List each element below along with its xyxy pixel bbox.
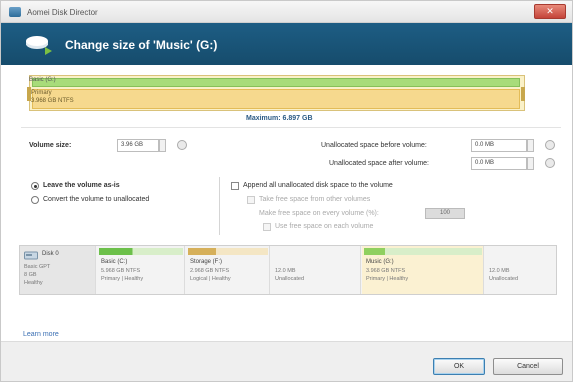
unallocated-1-label: Unallocated bbox=[275, 276, 305, 282]
resize-dialog: Aomei Disk Director ✕ Change size of 'Mu… bbox=[0, 0, 573, 382]
segment-unallocated-2[interactable]: 12.0 MB Unallocated bbox=[485, 246, 556, 294]
partition-bar[interactable] bbox=[29, 75, 525, 111]
unalloc-before-unit-button[interactable] bbox=[545, 140, 555, 150]
unalloc-after-label: Unallocated space after volume: bbox=[329, 160, 429, 167]
segment-g-status: Primary | Healthy bbox=[366, 276, 409, 282]
disk-size: 8 GB bbox=[24, 272, 37, 278]
resize-handle-left[interactable] bbox=[27, 87, 31, 101]
resize-handle-right[interactable] bbox=[521, 87, 525, 101]
dialog-content: Basic (G:) Primary 3.968 GB NTFS Maximum… bbox=[1, 65, 572, 341]
segment-g-bar bbox=[364, 248, 482, 255]
unalloc-before-label: Unallocated space before volume: bbox=[321, 142, 427, 149]
segment-f-status: Logical | Healthy bbox=[190, 276, 231, 282]
append-space-checkbox[interactable] bbox=[231, 182, 239, 190]
segment-c-size: 5.968 GB NTFS bbox=[101, 268, 141, 274]
segment-g-size: 3.968 GB NTFS bbox=[366, 268, 406, 274]
segment-f[interactable]: Storage (F:) 2.968 GB NTFS Logical | Hea… bbox=[186, 246, 270, 294]
segment-c[interactable]: Basic (C:) 5.968 GB NTFS Primary | Healt… bbox=[97, 246, 185, 294]
disk-info-cell[interactable]: Disk 0 Basic GPT 8 GB Healthy bbox=[20, 246, 96, 294]
unalloc-after-spinner[interactable] bbox=[527, 157, 534, 170]
use-free-label: Use free space on each volume bbox=[275, 223, 374, 230]
unallocated-2-label: Unallocated bbox=[489, 276, 519, 282]
unalloc-before-spinner[interactable] bbox=[527, 139, 534, 152]
partition-bar-title: Basic (G:) bbox=[29, 77, 56, 83]
disk-icon bbox=[24, 251, 38, 260]
unallocated-2-size: 12.0 MB bbox=[489, 268, 510, 274]
segment-f-bar bbox=[188, 248, 268, 255]
window-title: Aomei Disk Director bbox=[27, 8, 98, 17]
dialog-header: Change size of 'Music' (G:) bbox=[1, 23, 572, 65]
unalloc-after-unit-button[interactable] bbox=[545, 158, 555, 168]
take-free-checkbox[interactable] bbox=[247, 196, 255, 204]
free-pct-label: Make free space on every volume (%): bbox=[259, 210, 379, 217]
disk-status: Healthy bbox=[24, 280, 43, 286]
disk-name: Disk 0 bbox=[42, 251, 59, 257]
volume-size-spinner[interactable] bbox=[159, 139, 166, 152]
use-free-checkbox[interactable] bbox=[263, 223, 271, 231]
dialog-title: Change size of 'Music' (G:) bbox=[65, 38, 218, 52]
dialog-footer: OK Cancel bbox=[1, 341, 572, 381]
disk-type: Basic GPT bbox=[24, 264, 51, 270]
segment-c-bar bbox=[99, 248, 183, 255]
ok-button[interactable]: OK bbox=[433, 358, 485, 375]
partition-bar-type: Primary bbox=[31, 90, 52, 96]
partition-bar-area bbox=[32, 89, 520, 109]
disk-map: Disk 0 Basic GPT 8 GB Healthy Basic (C:)… bbox=[19, 245, 557, 295]
app-icon bbox=[9, 7, 21, 17]
leave-volume-radio[interactable] bbox=[31, 182, 39, 190]
partition-bar-size: 3.968 GB NTFS bbox=[31, 98, 74, 104]
segment-f-title: Storage (F:) bbox=[190, 259, 223, 265]
segment-c-status: Primary | Healthy bbox=[101, 276, 144, 282]
volume-size-unit-button[interactable] bbox=[177, 140, 187, 150]
learn-more-link[interactable]: Learn more bbox=[23, 331, 59, 338]
free-pct-input[interactable]: 100 bbox=[425, 208, 465, 219]
close-button[interactable]: ✕ bbox=[534, 4, 566, 19]
leave-volume-label: Leave the volume as-is bbox=[43, 182, 120, 189]
unalloc-before-input[interactable]: 0.0 MB bbox=[471, 139, 527, 152]
segment-f-size: 2.968 GB NTFS bbox=[190, 268, 230, 274]
divider bbox=[21, 127, 561, 128]
append-space-label: Append all unallocated disk space to the… bbox=[243, 182, 393, 189]
segment-c-title: Basic (C:) bbox=[101, 259, 128, 265]
partition-bar-used bbox=[32, 78, 520, 87]
convert-unallocated-radio[interactable] bbox=[31, 196, 39, 204]
title-bar: Aomei Disk Director ✕ bbox=[1, 1, 572, 23]
segment-g-title: Music (G:) bbox=[366, 259, 394, 265]
maximum-size-label: Maximum: 6.897 GB bbox=[246, 115, 313, 122]
convert-unallocated-label: Convert the volume to unallocated bbox=[43, 196, 150, 203]
volume-size-label: Volume size: bbox=[29, 142, 72, 149]
disk-resize-icon bbox=[26, 36, 52, 55]
unalloc-after-input[interactable]: 0.0 MB bbox=[471, 157, 527, 170]
options-divider bbox=[219, 177, 220, 235]
unallocated-1-size: 12.0 MB bbox=[275, 268, 296, 274]
volume-size-input[interactable]: 3.96 GB bbox=[117, 139, 159, 152]
segment-unallocated-1[interactable]: 12.0 MB Unallocated bbox=[271, 246, 361, 294]
segment-g[interactable]: Music (G:) 3.968 GB NTFS Primary | Healt… bbox=[362, 246, 484, 294]
cancel-button[interactable]: Cancel bbox=[493, 358, 563, 375]
take-free-label: Take free space from other volumes bbox=[259, 196, 371, 203]
